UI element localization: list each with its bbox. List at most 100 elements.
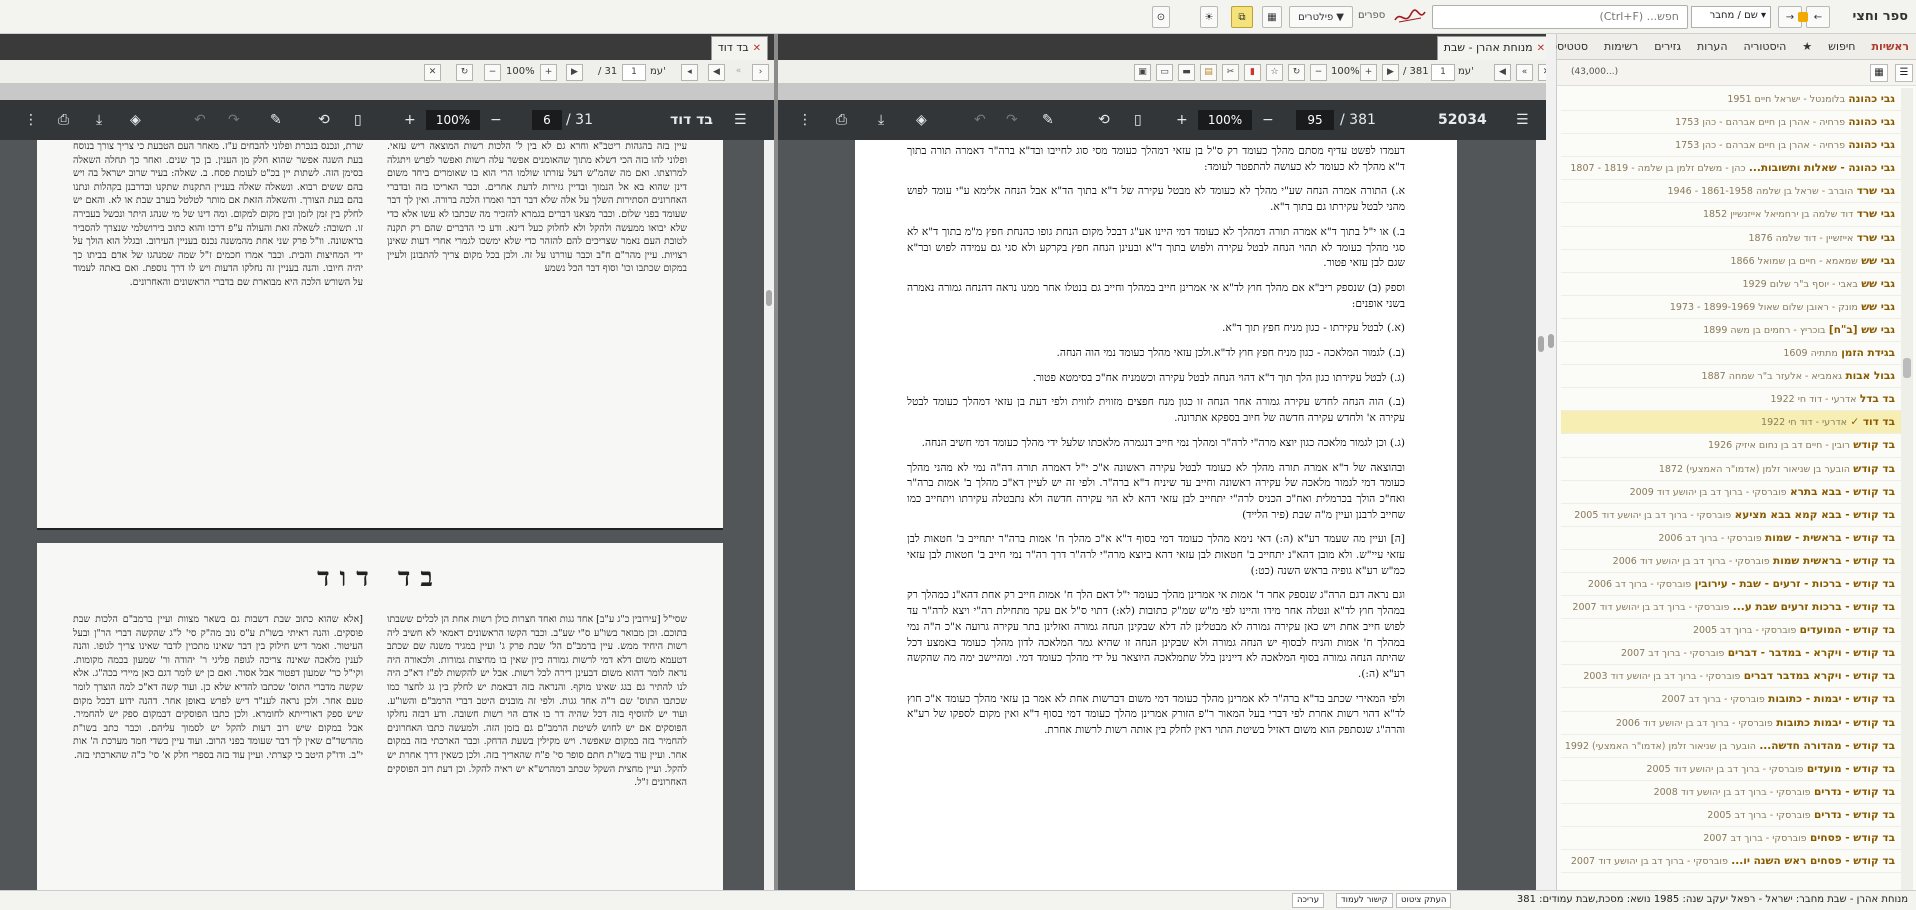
book-list-item[interactable]: בד קודש - בראשית - שמות פוברסקי - ברוך ד… — [1561, 527, 1901, 550]
pdf-zoom-input[interactable]: 100% — [426, 110, 480, 130]
notes-button[interactable]: ▤ — [1200, 64, 1217, 81]
book-list-item[interactable]: גבי שש מונק - ראובן שלום שאול 1899-1969 … — [1561, 296, 1901, 319]
tab-notes[interactable]: הערות — [1689, 34, 1736, 60]
book-list-item[interactable]: בד קודש - בראשית שמות פוברסקי - ברוך דב … — [1561, 550, 1901, 573]
book-list-item[interactable]: גבי שרד דוד שלמה בן ירחמיאל אייזנשיין 18… — [1561, 203, 1901, 227]
zoom-out-button[interactable]: − — [1310, 64, 1327, 81]
book-list-item[interactable]: בד קודש - ויקרא - במדבר - דברים פוברסקי … — [1561, 642, 1901, 666]
fit-page-icon[interactable]: ▯ — [354, 100, 362, 140]
book-list-item[interactable]: גבי כהונה בלומנטל - ישראל חיים 1951 — [1561, 88, 1901, 112]
image-mode-button[interactable]: ▣ — [1134, 64, 1151, 81]
tab-favorites[interactable]: ★ — [1794, 34, 1820, 60]
book-list-item[interactable]: בגידת הזמן מתתיה 1609 — [1561, 342, 1901, 366]
sidebar-scrollbar[interactable] — [1901, 88, 1913, 898]
more-options-icon[interactable]: ⋮ — [798, 100, 812, 140]
annotate-icon[interactable]: ◈ — [916, 100, 927, 140]
remove-button[interactable]: ▬ — [1178, 64, 1195, 81]
book-list-item[interactable]: גבי כהונה פרחיה - אהרן בן חיים אברהם - כ… — [1561, 134, 1901, 158]
book-list-item[interactable]: בד קודש - בבא קמא בבא מציעא פוברסקי - בר… — [1561, 504, 1901, 527]
book-list-item[interactable]: בד קודש - ברכות - זרעים - שבת - עירובין … — [1561, 573, 1901, 597]
book-list-item[interactable]: גבי כהונה פרחיה - אהרן בן חיים אברהם - כ… — [1561, 111, 1901, 135]
book-list-item[interactable]: גבי שש [ב"ח] בוכריץ - רחמים בן משה 1899 — [1561, 319, 1901, 343]
fit-page-icon[interactable]: ▯ — [1134, 100, 1142, 140]
grid-view-button[interactable]: ▦ — [1870, 64, 1888, 82]
book-list-item[interactable]: גבי שרד הוברב - שראל בן שלמה 1861-1958 -… — [1561, 180, 1901, 204]
draw-icon[interactable]: ✎ — [1042, 100, 1054, 140]
tab-main[interactable]: ראשיות — [1863, 34, 1916, 60]
outer-scroll-thumb[interactable] — [1548, 334, 1554, 348]
next-page-button[interactable]: ▶ — [566, 64, 583, 81]
pdf-zoom-input[interactable]: 100% — [1198, 110, 1252, 130]
back-button[interactable]: ← — [1806, 6, 1830, 28]
pdf-zoom-out-icon[interactable]: − — [1262, 100, 1274, 140]
book-list-item[interactable]: בד קודש רובין - חיים דב בן נחום איזיק 19… — [1561, 434, 1901, 458]
undo-icon[interactable]: ↶ — [974, 100, 986, 140]
zoom-out-button[interactable]: − — [484, 64, 501, 81]
pdf-zoom-out-icon[interactable]: − — [490, 100, 502, 140]
zoom-in-button[interactable]: + — [1360, 64, 1377, 81]
book-list-item[interactable]: בד קודש הובער בן שניאור זלמן (אדמו"ר האמ… — [1561, 458, 1901, 481]
close-tab-icon[interactable]: ✕ — [753, 43, 761, 54]
close-pane-button[interactable]: ✕ — [424, 64, 441, 81]
refresh-button[interactable]: ↻ — [1288, 64, 1305, 81]
more-options-icon[interactable]: ⋮ — [24, 100, 38, 140]
left-pane-scrollbar[interactable] — [764, 140, 774, 890]
rotate-icon[interactable]: ⟲ — [318, 100, 330, 140]
filters-button[interactable]: פילטרים ▼ — [1289, 6, 1353, 28]
book-list-item[interactable]: גבול אבות גאמביא - אלעזר ב"ר שמחה 1887 — [1561, 365, 1901, 389]
pdf-zoom-in-icon[interactable]: + — [1176, 100, 1188, 140]
book-list-item[interactable]: בד קודש - נדרים פוברסקי - ברוך דב 2005 — [1561, 804, 1901, 827]
outer-scrollbar[interactable] — [1546, 34, 1556, 890]
first-page-button[interactable]: « — [1516, 64, 1533, 81]
book-list-item[interactable]: בד קודש - מועדים פוברסקי - ברוך דב בן יה… — [1561, 758, 1901, 781]
pane-splitter[interactable] — [774, 34, 778, 890]
book-list-item[interactable]: גבי שש שמאמא - חיים בן שמואל 1866 — [1561, 250, 1901, 273]
book-list-item[interactable]: בד קודש - המועדים פוברסקי - ברוך דב 2005 — [1561, 619, 1901, 643]
book-list-item[interactable]: בד קודש - ברכות זרעים שבת ע... פוברסקי -… — [1561, 596, 1901, 620]
first-page-button[interactable]: « — [730, 64, 747, 81]
page-input[interactable]: 1 — [622, 64, 646, 81]
rotate-icon[interactable]: ⟲ — [1098, 100, 1110, 140]
search-scope-select[interactable]: ▾ שם / מחבר — [1691, 6, 1771, 28]
book-list-item[interactable]: בד דוד ✓ אדרעי - דוד חי 1922 — [1561, 411, 1901, 435]
draw-icon[interactable]: ✎ — [270, 100, 282, 140]
pdf-page-input[interactable]: 6 — [532, 110, 562, 130]
pdf-zoom-in-icon[interactable]: + — [404, 100, 416, 140]
right-pane-scrollbar[interactable] — [1536, 140, 1546, 890]
theme-button[interactable]: ☀ — [1200, 6, 1218, 28]
tab-bad-david[interactable]: ✕ בד דוד — [710, 36, 768, 60]
close-tab-icon[interactable]: ✕ — [1537, 43, 1545, 54]
next-page-button[interactable]: ▶ — [1382, 64, 1399, 81]
annotate-icon[interactable]: ◈ — [130, 100, 141, 140]
edit-button[interactable]: עריכה — [1292, 893, 1325, 908]
book-list-item[interactable]: גבי שש באבי - יוסף ב"ר שלום 1929 — [1561, 273, 1901, 296]
sidebar-scroll-thumb[interactable] — [1903, 358, 1911, 378]
book-list-item[interactable]: בד קודש - נדרים פוברסקי - ברוך דב בן יהו… — [1561, 781, 1901, 804]
book-list-item[interactable]: בד קודש - יבמות כתובות פוברסקי - ברוך דב… — [1561, 712, 1901, 735]
pdf-page-input[interactable]: 95 — [1296, 110, 1334, 130]
split-view-button[interactable]: ⧉ — [1231, 6, 1253, 28]
favorite-button[interactable]: ☆ — [1266, 64, 1283, 81]
redo-icon[interactable]: ↷ — [1006, 100, 1018, 140]
tab-clippings[interactable]: גזירים — [1646, 34, 1689, 60]
tab-menuchat-aharon[interactable]: ✕ מנוחת אהרן - שבת — [1436, 36, 1552, 60]
book-list-item[interactable]: בד קודש - בבא בתרא פוברסקי - ברוך דב בן … — [1561, 481, 1901, 504]
tab-lists[interactable]: רשימות — [1596, 34, 1646, 60]
settings-button[interactable]: ⊙ — [1152, 6, 1170, 28]
prev-page-button[interactable]: ◂ — [681, 64, 698, 81]
tab-search[interactable]: חיפוש — [1820, 34, 1863, 60]
prev-section-button[interactable]: ◀ — [708, 64, 725, 81]
book-list-item[interactable]: גבי כהונה - שאלות ותשובות... כהן - משלם … — [1561, 157, 1901, 181]
page-input[interactable]: 1 — [1431, 64, 1455, 81]
book-list-item[interactable]: בד בדל אדרעי - דוד חי 1922 — [1561, 388, 1901, 412]
left-scroll-thumb[interactable] — [766, 290, 772, 306]
tab-history[interactable]: היסטוריה — [1736, 34, 1795, 60]
menu-icon[interactable]: ☰ — [734, 100, 747, 140]
right-scroll-thumb[interactable] — [1538, 336, 1544, 352]
book-list-item[interactable]: גבי שרד אייזשיין - דוד שלמה 1876 — [1561, 227, 1901, 250]
redo-icon[interactable]: ↷ — [228, 100, 240, 140]
book-list-item[interactable]: בד קודש - יבמות - כתובות פוברסקי - ברוך … — [1561, 688, 1901, 712]
book-list-item[interactable]: בד קודש - ויקרא במדבר דברים פוברסקי - בר… — [1561, 665, 1901, 689]
undo-icon[interactable]: ↶ — [194, 100, 206, 140]
zoom-in-button[interactable]: + — [540, 64, 557, 81]
